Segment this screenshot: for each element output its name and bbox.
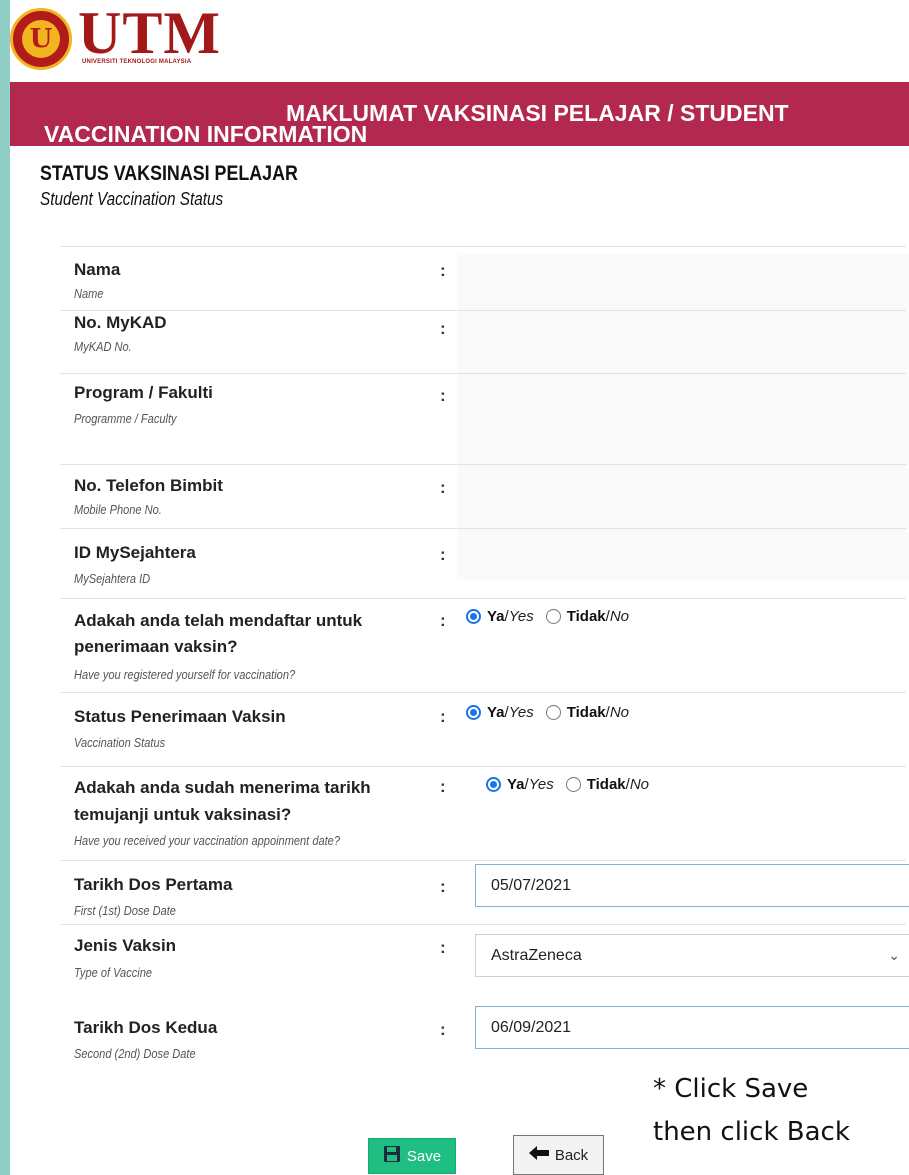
mysejahtera-colon: : bbox=[440, 545, 446, 564]
phone-colon: : bbox=[440, 478, 446, 497]
registered-no-radio[interactable] bbox=[545, 609, 561, 624]
dose2-label: Tarikh Dos Kedua bbox=[74, 1018, 218, 1037]
appointment-yes-radio[interactable] bbox=[486, 777, 501, 792]
status-label-en: Vaccination Status bbox=[74, 735, 166, 750]
status-label: Status Penerimaan Vaksin bbox=[74, 707, 286, 726]
mykad-colon: : bbox=[440, 319, 446, 338]
status-yes-radio[interactable] bbox=[466, 705, 481, 720]
appointment-label-line2: temujanji untuk vaksinasi? bbox=[74, 805, 292, 824]
program-label-en: Programme / Faculty bbox=[74, 411, 177, 426]
no-label: Tidak bbox=[566, 608, 606, 625]
utm-logo-subtitle: UNIVERSITI TEKNOLOGI MALAYSIA bbox=[82, 59, 192, 65]
arrow-left-icon bbox=[528, 1146, 549, 1164]
no-label-en: No bbox=[629, 776, 649, 793]
page-banner: MAKLUMAT VAKSINASI PELAJAR / STUDENT VAC… bbox=[10, 82, 909, 146]
vaccine-type-select[interactable]: AstraZeneca ⌄ bbox=[475, 934, 909, 977]
no-label: Tidak bbox=[566, 704, 606, 721]
instruction-note: * Click Save then click Back bbox=[653, 1068, 850, 1154]
yes-label: Ya bbox=[487, 704, 505, 721]
instruction-note-line2: then click Back bbox=[653, 1117, 850, 1147]
status-radio-group: Ya / Yes Tidak / No bbox=[466, 704, 629, 721]
appointment-radio-group: Ya / Yes Tidak / No bbox=[486, 776, 649, 793]
banner-title-line2: VACCINATION INFORMATION bbox=[44, 121, 368, 147]
yes-label-en: Yes bbox=[508, 704, 534, 721]
appointment-label-en: Have you received your vaccination appoi… bbox=[74, 833, 340, 848]
yes-label-en: Yes bbox=[508, 608, 534, 625]
save-button[interactable]: Save bbox=[368, 1138, 456, 1174]
dose2-colon: : bbox=[440, 1020, 446, 1039]
no-label-en: No bbox=[609, 704, 629, 721]
dose1-label-en: First (1st) Dose Date bbox=[74, 903, 176, 918]
dose1-date-input[interactable]: 05/07/2021 bbox=[475, 864, 909, 907]
row-appointment: Adakah anda sudah menerima tarikh temuja… bbox=[60, 766, 906, 860]
phone-label: No. Telefon Bimbit bbox=[74, 476, 223, 495]
vaccine-label: Jenis Vaksin bbox=[74, 936, 177, 955]
dose2-date-input[interactable]: 06/09/2021 bbox=[475, 1006, 909, 1049]
name-label: Nama bbox=[74, 260, 121, 279]
name-colon: : bbox=[440, 261, 446, 280]
row-name: Nama Name : bbox=[60, 246, 906, 310]
utm-seal-logo-icon: U bbox=[10, 8, 72, 70]
mykad-label-en: MyKAD No. bbox=[74, 339, 132, 354]
vaccine-type-value: AstraZeneca bbox=[491, 947, 582, 964]
vaccination-form-page: U UTM UNIVERSITI TEKNOLOGI MALAYSIA MAKL… bbox=[10, 0, 909, 1175]
back-button-label: Back bbox=[554, 1146, 589, 1164]
vaccine-label-en: Type of Vaccine bbox=[74, 965, 153, 980]
row-status: Status Penerimaan Vaksin Vaccination Sta… bbox=[60, 692, 906, 760]
dose1-colon: : bbox=[440, 877, 446, 896]
instruction-note-line1: * Click Save bbox=[653, 1074, 809, 1104]
appointment-no-radio[interactable] bbox=[565, 777, 581, 792]
utm-logo-text: UTM bbox=[78, 0, 221, 66]
appointment-label-line1: Adakah anda sudah menerima tarikh bbox=[74, 778, 371, 797]
back-button[interactable]: Back bbox=[513, 1135, 604, 1175]
registered-radio-group: Ya / Yes Tidak / No bbox=[466, 608, 629, 625]
logo-bar: U UTM UNIVERSITI TEKNOLOGI MALAYSIA bbox=[10, 0, 909, 80]
phone-label-en: Mobile Phone No. bbox=[74, 502, 162, 517]
no-label-en: No bbox=[609, 608, 629, 625]
registered-colon: : bbox=[440, 611, 446, 630]
mysejahtera-label: ID MySejahtera bbox=[74, 543, 196, 562]
status-colon: : bbox=[440, 707, 446, 726]
dose1-label: Tarikh Dos Pertama bbox=[74, 875, 233, 894]
chevron-down-icon: ⌄ bbox=[888, 947, 900, 963]
registered-label-en: Have you registered yourself for vaccina… bbox=[74, 667, 296, 682]
row-registered: Adakah anda telah mendaftar untuk peneri… bbox=[60, 598, 906, 692]
section-subtitle: Student Vaccination Status bbox=[40, 189, 224, 209]
section-title: STATUS VAKSINASI PELAJAR bbox=[40, 162, 298, 185]
yes-label-en: Yes bbox=[528, 776, 554, 793]
dose2-label-en: Second (2nd) Dose Date bbox=[74, 1046, 196, 1061]
mykad-label: No. MyKAD bbox=[74, 313, 167, 332]
banner-title: MAKLUMAT VAKSINASI PELAJAR / STUDENT VAC… bbox=[10, 101, 909, 147]
vaccine-colon: : bbox=[440, 938, 446, 957]
program-colon: : bbox=[440, 386, 446, 405]
yes-label: Ya bbox=[487, 608, 505, 625]
mysejahtera-label-en: MySejahtera ID bbox=[74, 571, 151, 586]
save-icon bbox=[383, 1145, 401, 1167]
name-label-en: Name bbox=[74, 286, 104, 301]
row-program: Program / Fakulti Programme / Faculty : bbox=[60, 373, 906, 464]
row-mysejahtera: ID MySejahtera MySejahtera ID : bbox=[60, 528, 906, 598]
status-no-radio[interactable] bbox=[545, 705, 561, 720]
registered-label-line2: penerimaan vaksin? bbox=[74, 637, 238, 656]
row-mykad: No. MyKAD MyKAD No. : bbox=[60, 310, 906, 373]
registered-label-line1: Adakah anda telah mendaftar untuk bbox=[74, 611, 363, 630]
save-button-label: Save bbox=[406, 1147, 442, 1165]
row-phone: No. Telefon Bimbit Mobile Phone No. : bbox=[60, 464, 906, 528]
no-label: Tidak bbox=[586, 776, 626, 793]
appointment-colon: : bbox=[440, 777, 446, 796]
yes-label: Ya bbox=[507, 776, 525, 793]
program-label: Program / Fakulti bbox=[74, 383, 213, 402]
registered-yes-radio[interactable] bbox=[466, 609, 481, 624]
